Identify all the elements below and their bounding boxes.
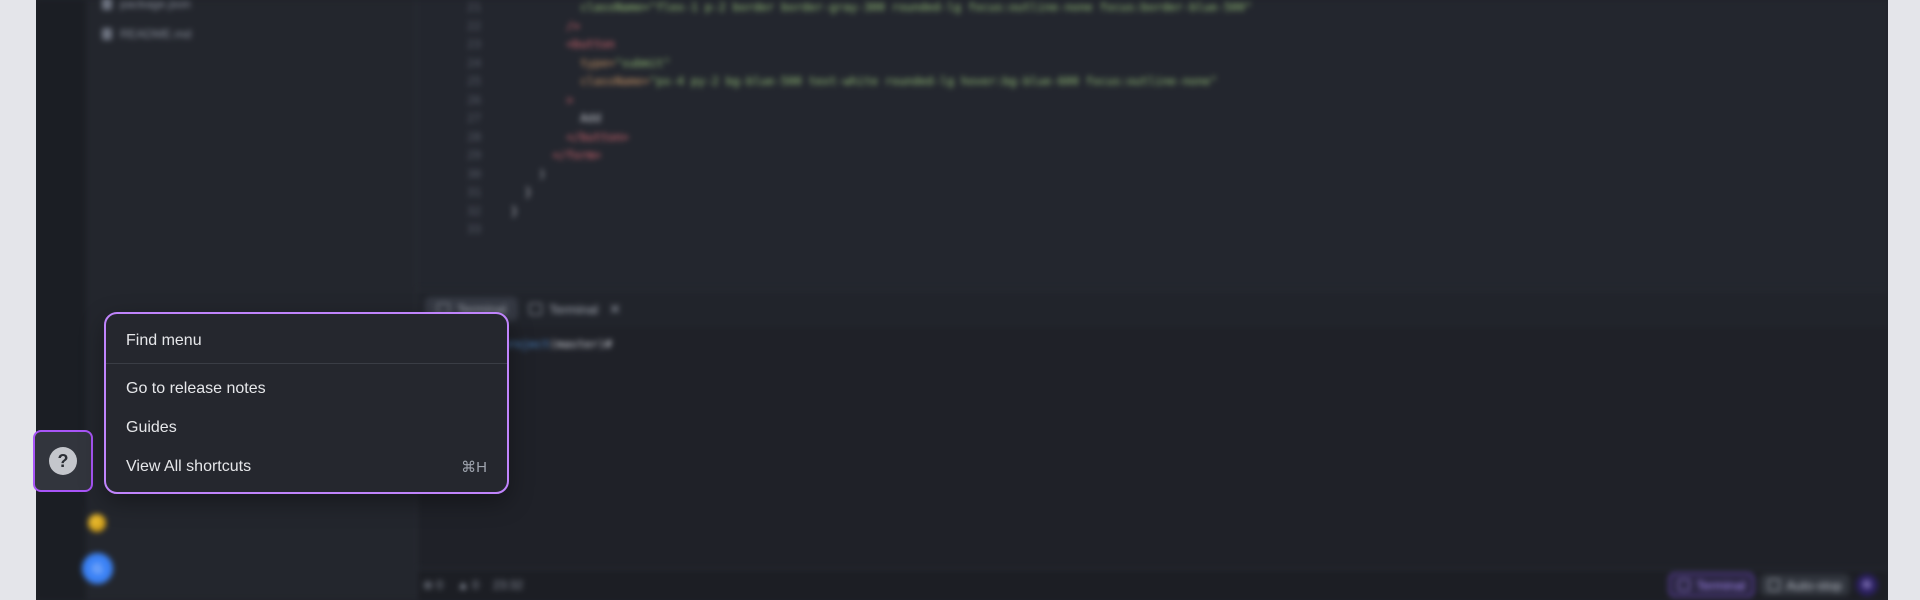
line-number: 30 <box>467 166 481 181</box>
file-item[interactable]: README.md <box>102 25 191 43</box>
error-count-value: 0 <box>436 578 444 592</box>
code-line: 29 </form> <box>417 146 601 164</box>
autostop-label: Auto-stop <box>1786 577 1842 593</box>
code-text: /> <box>511 18 581 33</box>
menu-item-label: Go to release notes <box>126 380 266 397</box>
code-text: className="flex-1 p-2 border border-gray… <box>511 0 1252 14</box>
file-icon <box>102 28 112 40</box>
file-item[interactable]: package.json <box>102 0 191 13</box>
file-icon <box>102 0 112 10</box>
menu-item-release-notes[interactable]: Go to release notes <box>106 372 507 406</box>
status-bar: ⊗ 0 ▲ 0 23:32 Terminal Auto-stop G <box>417 569 1888 600</box>
calendar-icon <box>1768 579 1781 591</box>
code-text: <button <box>511 37 615 51</box>
line-number: 29 <box>467 148 481 162</box>
menu-item-label: Find menu <box>126 332 202 349</box>
line-number: 25 <box>467 74 481 88</box>
code-line: 28 </button> <box>417 128 629 146</box>
code-editor[interactable]: 21 className="flex-1 p-2 border border-g… <box>417 0 1888 288</box>
code-line: 25 className="px-4 py-2 bg-blue-500 text… <box>417 72 1217 90</box>
activity-bar <box>36 0 87 600</box>
file-name: README.md <box>120 27 192 41</box>
file-explorer: package.json README.md <box>86 0 417 600</box>
ide-window: package.json README.md 21 className="fle… <box>36 0 1888 600</box>
avatar[interactable]: G <box>82 553 113 584</box>
help-button[interactable]: ? <box>33 430 93 492</box>
code-line: 32} <box>417 202 518 220</box>
file-name: package.json <box>120 0 191 11</box>
credits-coin-icon[interactable] <box>88 514 106 532</box>
keyboard-shortcut: ⌘H <box>461 459 487 476</box>
code-line: 30 ) <box>417 165 546 183</box>
brand-logo-text: G <box>1862 579 1872 591</box>
code-text: } <box>511 203 518 218</box>
terminal-icon <box>529 303 542 315</box>
code-text: > <box>511 92 574 107</box>
menu-item-find-menu[interactable]: Find menu <box>106 324 507 358</box>
line-number: 22 <box>467 18 481 33</box>
line-number: 32 <box>467 203 481 218</box>
menu-item-guides[interactable]: Guides <box>106 411 507 445</box>
warning-count-value: 0 <box>472 578 479 592</box>
line-number: 27 <box>467 111 481 125</box>
line-number: 28 <box>467 129 481 144</box>
code-line: 27 Add <box>417 109 601 127</box>
warning-count[interactable]: ▲ 0 <box>457 578 479 592</box>
code-text: className="px-4 py-2 bg-blue-500 text-wh… <box>511 74 1218 88</box>
terminal-pane[interactable]: /workspace/project(master)# <box>417 327 1888 567</box>
tab-terminal-2[interactable]: Terminal ✕ <box>517 297 633 321</box>
menu-item-view-all-shortcuts[interactable]: View All shortcuts ⌘H <box>106 450 507 484</box>
blurred-background: package.json README.md 21 className="fle… <box>36 0 1888 600</box>
code-text: } <box>511 185 532 199</box>
code-text: </button> <box>511 129 629 144</box>
brand-logo[interactable]: G <box>1856 574 1878 596</box>
code-line: 33 <box>417 220 511 238</box>
menu-item-label: Guides <box>126 419 177 436</box>
code-text: ) <box>511 166 546 181</box>
code-text: type="submit" <box>511 55 671 70</box>
status-time: 23:32 <box>492 578 524 592</box>
error-count[interactable]: ⊗ 0 <box>423 578 443 592</box>
close-icon[interactable]: ✕ <box>609 301 621 318</box>
prompt-branch: (master)# <box>549 337 612 351</box>
autostop-button[interactable]: Auto-stop <box>1760 574 1850 596</box>
code-line: 22 /> <box>417 17 580 35</box>
line-number: 24 <box>467 55 481 70</box>
terminal-icon <box>1678 579 1691 591</box>
menu-item-label: View All shortcuts <box>126 458 252 475</box>
code-line: 31 } <box>417 183 532 201</box>
menu-divider <box>106 363 507 364</box>
code-line: 24 type="submit" <box>417 54 670 72</box>
line-number: 26 <box>467 92 481 107</box>
code-text: Add <box>511 111 602 125</box>
code-line: 23 <button <box>417 35 615 53</box>
panel-tabs: Terminal Terminal ✕ <box>417 290 1888 328</box>
line-number: 23 <box>467 37 481 51</box>
tab-label: Terminal <box>549 301 599 317</box>
code-line: 26 > <box>417 91 573 109</box>
help-icon: ? <box>49 447 77 475</box>
line-number: 21 <box>467 0 481 14</box>
line-number: 33 <box>467 222 481 236</box>
line-number: 31 <box>467 185 481 199</box>
terminal-toggle-label: Terminal <box>1696 577 1746 593</box>
code-line: 21 className="flex-1 p-2 border border-g… <box>417 0 1252 16</box>
help-menu: Find menu Go to release notes Guides Vie… <box>104 312 509 494</box>
terminal-toggle-button[interactable]: Terminal <box>1669 573 1755 597</box>
avatar-initial: G <box>92 561 103 576</box>
code-text: </form> <box>511 148 602 162</box>
